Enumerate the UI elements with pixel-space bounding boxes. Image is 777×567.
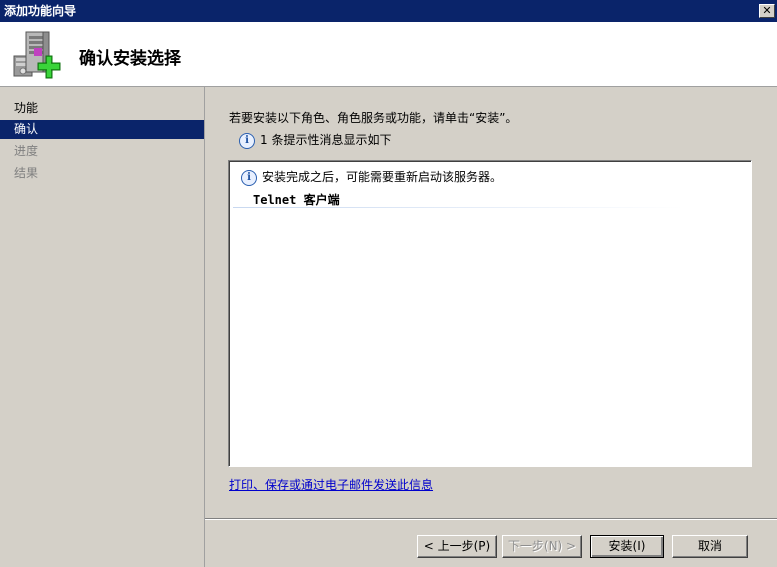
cancel-button[interactable]: 取消	[672, 535, 748, 558]
close-button[interactable]: ✕	[759, 4, 775, 18]
page-heading: 确认安装选择	[79, 49, 181, 69]
step-progress: 进度	[14, 144, 39, 158]
next-button: 下一步(N) >	[502, 535, 582, 558]
button-separator	[205, 518, 777, 520]
restart-message-text: 安装完成之后，可能需要重新启动该服务器。	[262, 170, 503, 184]
info-icon: i	[239, 132, 255, 149]
wizard-header: 确认安装选择	[0, 22, 777, 87]
step-results: 结果	[14, 166, 39, 180]
close-icon: ✕	[762, 4, 772, 17]
window-title: 添加功能向导	[4, 4, 77, 18]
info-summary-text: 1 条提示性消息显示如下	[260, 133, 392, 147]
back-button[interactable]: < 上一步(P)	[417, 535, 497, 558]
add-features-wizard-window: 添加功能向导 ✕ 确认安装选择 功能 确认 进度 结果 若要安装以下角色、角色服…	[0, 0, 777, 567]
restart-message: i 安装完成之后，可能需要重新启动该服务器。	[241, 168, 502, 186]
selection-list[interactable]: i 安装完成之后，可能需要重新启动该服务器。 Telnet 客户端	[228, 160, 752, 467]
feature-item[interactable]: Telnet 客户端	[233, 189, 683, 208]
feature-item-label: Telnet 客户端	[253, 193, 340, 207]
intro-text: 若要安装以下角色、角色服务或功能，请单击“安装”。	[229, 111, 518, 125]
print-save-email-link[interactable]: 打印、保存或通过电子邮件发送此信息	[229, 476, 433, 493]
info-icon: i	[241, 169, 257, 186]
server-add-feature-icon	[13, 31, 61, 79]
wizard-content: 若要安装以下角色、角色服务或功能，请单击“安装”。 i1 条提示性消息显示如下 …	[205, 87, 777, 567]
info-summary: i 1 条提示性消息显示如下	[239, 131, 391, 149]
step-confirmation[interactable]: 确认	[0, 120, 204, 139]
wizard-steps-sidebar: 功能 确认 进度 结果	[0, 87, 205, 567]
install-button[interactable]: 安装(I)	[590, 535, 664, 558]
title-bar[interactable]: 添加功能向导 ✕	[0, 0, 777, 22]
step-features[interactable]: 功能	[0, 99, 204, 118]
